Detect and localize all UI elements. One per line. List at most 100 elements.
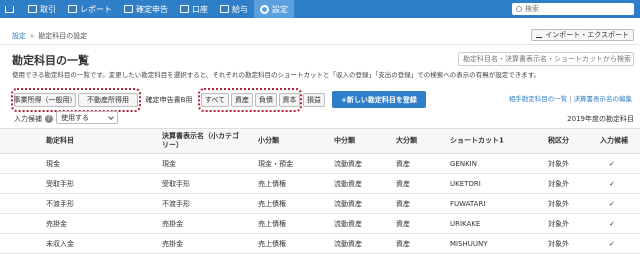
global-search[interactable] <box>512 3 634 15</box>
cell-mid-category: 流動資産 <box>334 219 362 228</box>
table-row[interactable]: 売掛金 売掛金 売上債権 流動資産 資産 URIKAKE 対象外 ✓ <box>0 214 640 234</box>
document-icon <box>124 5 133 13</box>
table-row[interactable]: 現金 現金 現金・預金 流動資産 資産 GENKIN 対象外 ✓ <box>0 154 640 174</box>
cell-account: 未収入金 <box>46 239 74 248</box>
transactions-icon <box>28 5 37 13</box>
display-name-edit-link[interactable]: 決算書表示名の編集 <box>574 95 633 103</box>
cell-account: 売掛金 <box>46 219 67 228</box>
cell-account: 受取手形 <box>46 179 74 188</box>
tab-equity[interactable]: 資本 <box>279 93 300 107</box>
cell-large-category: 資産 <box>396 179 410 188</box>
cell-input-candidate: ✓ <box>609 199 615 208</box>
tab-business-income[interactable]: 事業所得（一般用） <box>14 93 77 107</box>
breadcrumb: 設定 » 勘定科目の設定 <box>12 31 87 41</box>
download-icon <box>536 32 543 38</box>
page-description: 使用できる勘定科目の一覧です。変更したい勘定科目を選択すると、それぞれの勘定科目… <box>12 71 541 79</box>
nav-label: 給与 <box>232 4 248 14</box>
cell-tax-category: 対象外 <box>548 219 569 228</box>
gear-icon <box>260 4 269 14</box>
home-icon <box>5 5 14 13</box>
cell-small-category: 現金・預金 <box>258 159 293 168</box>
page-title: 勘定科目の一覧 <box>12 54 89 67</box>
help-icon[interactable]: ? <box>45 115 53 123</box>
accounts-table: 勘定科目 決算書表示名（小カテゴリー） 小分類 中分類 大分類 ショートカット1… <box>0 128 640 254</box>
cell-display-name: 不渡手形 <box>162 199 190 208</box>
tab-profit-loss[interactable]: 損益 <box>303 93 325 107</box>
cell-input-candidate: ✓ <box>609 239 615 248</box>
fiscal-year-label: 2019年度の勘定科目 <box>567 115 634 123</box>
header-display-name[interactable]: 決算書表示名（小カテゴリー） <box>162 132 240 150</box>
link-separator: | <box>569 95 572 103</box>
nav-tax-return[interactable]: 確定申告 <box>118 0 174 18</box>
nav-label: 設定 <box>272 4 288 14</box>
nav-label: 取引 <box>40 4 56 14</box>
nav-label: 口座 <box>192 4 208 14</box>
cell-small-category: 売上債権 <box>258 239 286 248</box>
cell-mid-category: 流動資産 <box>334 199 362 208</box>
cell-display-name: 現金 <box>162 159 176 168</box>
nav-transactions[interactable]: 取引 <box>22 0 62 18</box>
header-account[interactable]: 勘定科目 <box>46 137 74 146</box>
chart-icon <box>68 5 77 13</box>
cell-display-name: 受取手形 <box>162 179 190 188</box>
cell-tax-category: 対象外 <box>548 239 569 248</box>
nav-reports[interactable]: レポート <box>62 0 118 18</box>
add-account-button[interactable]: +新しい勘定科目を登録 <box>332 91 426 108</box>
cell-shortcut: FUWATARI <box>450 199 486 208</box>
chevron-down-icon <box>108 114 114 120</box>
counter-account-link[interactable]: 相手勘定科目の一覧 <box>509 95 568 103</box>
table-row[interactable]: 受取手形 受取手形 売上債権 流動資産 資産 UKETORI 対象外 ✓ <box>0 174 640 194</box>
select-value: 使用する <box>61 113 89 122</box>
search-icon <box>516 6 522 12</box>
cell-small-category: 売上債権 <box>258 199 286 208</box>
cell-mid-category: 流動資産 <box>334 179 362 188</box>
cell-tax-category: 対象外 <box>548 179 569 188</box>
cell-mid-category: 流動資産 <box>334 159 362 168</box>
cell-tax-category: 対象外 <box>548 199 569 208</box>
import-export-button[interactable]: インポート・エクスポート <box>531 29 634 41</box>
cell-large-category: 資産 <box>396 159 410 168</box>
tab-all[interactable]: すべて <box>201 93 229 107</box>
cell-input-candidate: ✓ <box>609 159 615 168</box>
search-input[interactable] <box>525 5 625 13</box>
divider <box>0 44 640 45</box>
breadcrumb-settings-link[interactable]: 設定 <box>12 31 26 41</box>
cell-large-category: 資産 <box>396 199 410 208</box>
nav-settings[interactable]: 設定 <box>254 0 294 18</box>
header-large-category[interactable]: 大分類 <box>396 137 417 146</box>
input-candidate-label: 入力候補 ? <box>14 114 53 124</box>
nav-accounts[interactable]: 口座 <box>174 0 214 18</box>
account-filter-input[interactable] <box>458 52 634 66</box>
header-small-category[interactable]: 小分類 <box>258 137 279 146</box>
cell-mid-category: 流動資産 <box>334 239 362 248</box>
table-header: 勘定科目 決算書表示名（小カテゴリー） 小分類 中分類 大分類 ショートカット1… <box>0 128 640 154</box>
cell-small-category: 売上債権 <box>258 179 286 188</box>
header-mid-category[interactable]: 中分類 <box>334 137 355 146</box>
input-candidate-text: 入力候補 <box>14 115 42 123</box>
input-candidate-select[interactable]: 使用する <box>56 111 118 124</box>
cell-shortcut: MISHUUNY <box>450 239 488 248</box>
cell-large-category: 資産 <box>396 219 410 228</box>
related-links: 相手勘定科目の一覧 | 決算書表示名の編集 <box>509 93 632 103</box>
tab-tax-form-b[interactable]: 確定申告書B用 <box>142 93 196 107</box>
nav-label: レポート <box>80 4 112 14</box>
header-input-candidate[interactable]: 入力候補 <box>600 137 628 146</box>
top-nav-bar: 取引 レポート 確定申告 口座 給与 設定 <box>0 0 640 18</box>
cell-display-name: 売掛金 <box>162 219 183 228</box>
chevron-right-icon: » <box>30 32 35 40</box>
table-row[interactable]: 不渡手形 不渡手形 売上債権 流動資産 資産 FUWATARI 対象外 ✓ <box>0 194 640 214</box>
tab-real-estate-income[interactable]: 不動産所得用 <box>78 93 138 107</box>
tab-assets[interactable]: 資産 <box>231 93 253 107</box>
cell-input-candidate: ✓ <box>609 219 615 228</box>
header-tax-category[interactable]: 税区分 <box>548 137 569 146</box>
table-body: 現金 現金 現金・預金 流動資産 資産 GENKIN 対象外 ✓ 受取手形 受取手形 売上債権 流動資… <box>0 154 640 254</box>
nav-payroll[interactable]: 給与 <box>214 0 254 18</box>
bank-icon <box>180 5 189 13</box>
cell-shortcut: UKETORI <box>450 179 481 188</box>
home-button[interactable] <box>0 0 22 18</box>
tab-liabilities[interactable]: 負債 <box>255 93 277 107</box>
table-row[interactable]: 未収入金 売掛金 売上債権 流動資産 資産 MISHUUNY 対象外 ✓ <box>0 234 640 254</box>
header-shortcut[interactable]: ショートカット1 <box>450 137 504 146</box>
nav-label: 確定申告 <box>136 4 168 14</box>
cell-large-category: 資産 <box>396 239 410 248</box>
